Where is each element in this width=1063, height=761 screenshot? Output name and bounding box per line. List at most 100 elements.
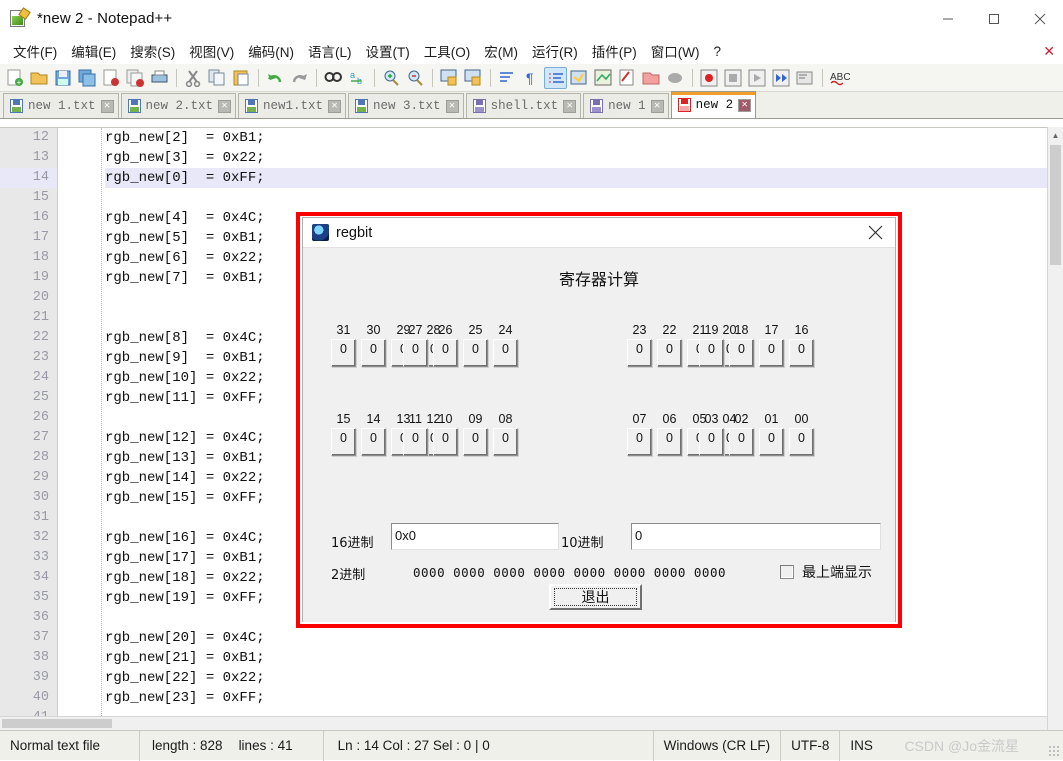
topmost-checkbox[interactable]: [780, 565, 794, 579]
close-all-icon[interactable]: [124, 67, 147, 89]
bit-toggle-button-22[interactable]: 0: [657, 339, 682, 367]
code-line[interactable]: rgb_new[23] = 0xFF;: [105, 688, 1063, 708]
bit-toggle-button-14[interactable]: 0: [361, 428, 386, 456]
tab-new-2[interactable]: new 2 ✕: [671, 91, 757, 118]
code-line[interactable]: [105, 188, 1063, 208]
bit-toggle-button-26[interactable]: 0: [433, 339, 458, 367]
cut-icon[interactable]: [182, 67, 205, 89]
copy-icon[interactable]: [206, 67, 229, 89]
bit-toggle-button-18[interactable]: 0: [729, 339, 754, 367]
bit-toggle-button-03[interactable]: 0: [699, 428, 724, 456]
paste-icon[interactable]: [230, 67, 253, 89]
menu-item-window[interactable]: 窗口(W): [644, 39, 707, 63]
bit-toggle-button-09[interactable]: 0: [463, 428, 488, 456]
exit-button[interactable]: 退出: [549, 584, 642, 610]
close-document-icon[interactable]: ✕: [1043, 43, 1055, 60]
open-file-icon[interactable]: [28, 67, 51, 89]
bit-toggle-button-16[interactable]: 0: [789, 339, 814, 367]
tab-close-icon[interactable]: ✕: [446, 100, 459, 113]
print-icon[interactable]: [148, 67, 171, 89]
record-macro-icon[interactable]: [698, 67, 721, 89]
tab-new-3-txt[interactable]: new 3.txt ✕: [348, 93, 464, 118]
tab-close-icon[interactable]: ✕: [651, 100, 664, 113]
bit-toggle-button-02[interactable]: 0: [729, 428, 754, 456]
menu-item-help[interactable]: ?: [706, 42, 728, 61]
tab-close-icon[interactable]: ✕: [328, 100, 341, 113]
tab-close-icon[interactable]: ✕: [738, 99, 751, 112]
save-icon[interactable]: [52, 67, 75, 89]
monitoring-icon[interactable]: [664, 67, 687, 89]
bit-toggle-button-00[interactable]: 0: [789, 428, 814, 456]
bit-toggle-button-19[interactable]: 0: [699, 339, 724, 367]
code-line[interactable]: rgb_new[21] = 0xB1;: [105, 648, 1063, 668]
save-all-icon[interactable]: [76, 67, 99, 89]
indent-guide-icon[interactable]: [544, 67, 567, 89]
menu-item-run[interactable]: 运行(R): [525, 39, 585, 63]
show-all-chars-icon[interactable]: ¶: [520, 67, 543, 89]
vertical-scroll-thumb[interactable]: [1050, 145, 1061, 265]
sync-horizontal-icon[interactable]: [462, 67, 485, 89]
bit-toggle-button-27[interactable]: 0: [403, 339, 428, 367]
dec-input[interactable]: 0: [631, 523, 881, 550]
stop-recording-icon[interactable]: [722, 67, 745, 89]
maximize-button[interactable]: [971, 0, 1017, 38]
menu-item-plugins[interactable]: 插件(P): [585, 39, 644, 63]
replace-icon[interactable]: ab: [346, 67, 369, 89]
tab-new-1-txt[interactable]: new 1.txt ✕: [3, 93, 119, 118]
bit-toggle-button-07[interactable]: 0: [627, 428, 652, 456]
close-file-icon[interactable]: [100, 67, 123, 89]
show-uri-icon[interactable]: [568, 67, 591, 89]
sync-vertical-icon[interactable]: [438, 67, 461, 89]
menu-item-encoding[interactable]: 编码(N): [241, 39, 301, 63]
playback-icon[interactable]: [746, 67, 769, 89]
undo-icon[interactable]: [264, 67, 287, 89]
minimize-button[interactable]: [925, 0, 971, 38]
save-macro-icon[interactable]: [794, 67, 817, 89]
zoom-in-icon[interactable]: [380, 67, 403, 89]
tab-new1-txt[interactable]: new1.txt ✕: [238, 93, 346, 118]
menu-item-view[interactable]: 视图(V): [182, 39, 241, 63]
bit-toggle-button-17[interactable]: 0: [759, 339, 784, 367]
document-map-icon[interactable]: [616, 67, 639, 89]
resize-grip[interactable]: [1048, 745, 1060, 757]
menu-item-tools[interactable]: 工具(O): [417, 39, 478, 63]
bit-toggle-button-15[interactable]: 0: [331, 428, 356, 456]
regbit-dialog[interactable]: regbit 寄存器计算 310300290280270260250240230…: [302, 217, 896, 622]
bit-toggle-button-06[interactable]: 0: [657, 428, 682, 456]
bit-toggle-button-24[interactable]: 0: [493, 339, 518, 367]
user-defined-language-icon[interactable]: [592, 67, 615, 89]
folder-as-workspace-icon[interactable]: [640, 67, 663, 89]
menu-item-edit[interactable]: 编辑(E): [64, 39, 123, 63]
menu-item-file[interactable]: 文件(F): [6, 39, 64, 63]
tab-shell-txt[interactable]: shell.txt ✕: [466, 93, 582, 118]
menu-item-language[interactable]: 语言(L): [301, 39, 359, 63]
code-line[interactable]: rgb_new[20] = 0x4C;: [105, 628, 1063, 648]
vertical-scrollbar[interactable]: ▲: [1047, 127, 1063, 730]
menu-item-search[interactable]: 搜索(S): [123, 39, 182, 63]
bit-toggle-button-30[interactable]: 0: [361, 339, 386, 367]
scroll-up-arrow[interactable]: ▲: [1048, 127, 1063, 143]
run-macro-multiple-icon[interactable]: [770, 67, 793, 89]
dialog-close-button[interactable]: [855, 218, 895, 248]
tab-new-2-txt[interactable]: new 2.txt ✕: [121, 93, 237, 118]
bit-toggle-button-23[interactable]: 0: [627, 339, 652, 367]
topmost-checkbox-row[interactable]: 最上端显示: [780, 562, 872, 582]
hex-input[interactable]: 0x0: [391, 523, 559, 550]
tab-new-1[interactable]: new 1 ✕: [583, 93, 669, 118]
menu-item-macro[interactable]: 宏(M): [477, 39, 525, 63]
tab-close-icon[interactable]: ✕: [218, 100, 231, 113]
spell-check-icon[interactable]: ABC: [828, 67, 851, 89]
close-button[interactable]: [1017, 0, 1063, 38]
new-file-icon[interactable]: +: [4, 67, 27, 89]
code-line[interactable]: rgb_new[0] = 0xFF;: [105, 168, 1063, 188]
word-wrap-icon[interactable]: [496, 67, 519, 89]
bit-toggle-button-01[interactable]: 0: [759, 428, 784, 456]
bit-toggle-button-10[interactable]: 0: [433, 428, 458, 456]
horizontal-scrollbar[interactable]: [0, 716, 1047, 730]
tab-close-icon[interactable]: ✕: [101, 100, 114, 113]
tab-close-icon[interactable]: ✕: [563, 100, 576, 113]
bit-toggle-button-31[interactable]: 0: [331, 339, 356, 367]
code-line[interactable]: rgb_new[2] = 0xB1;: [105, 128, 1063, 148]
find-icon[interactable]: [322, 67, 345, 89]
code-line[interactable]: rgb_new[22] = 0x22;: [105, 668, 1063, 688]
